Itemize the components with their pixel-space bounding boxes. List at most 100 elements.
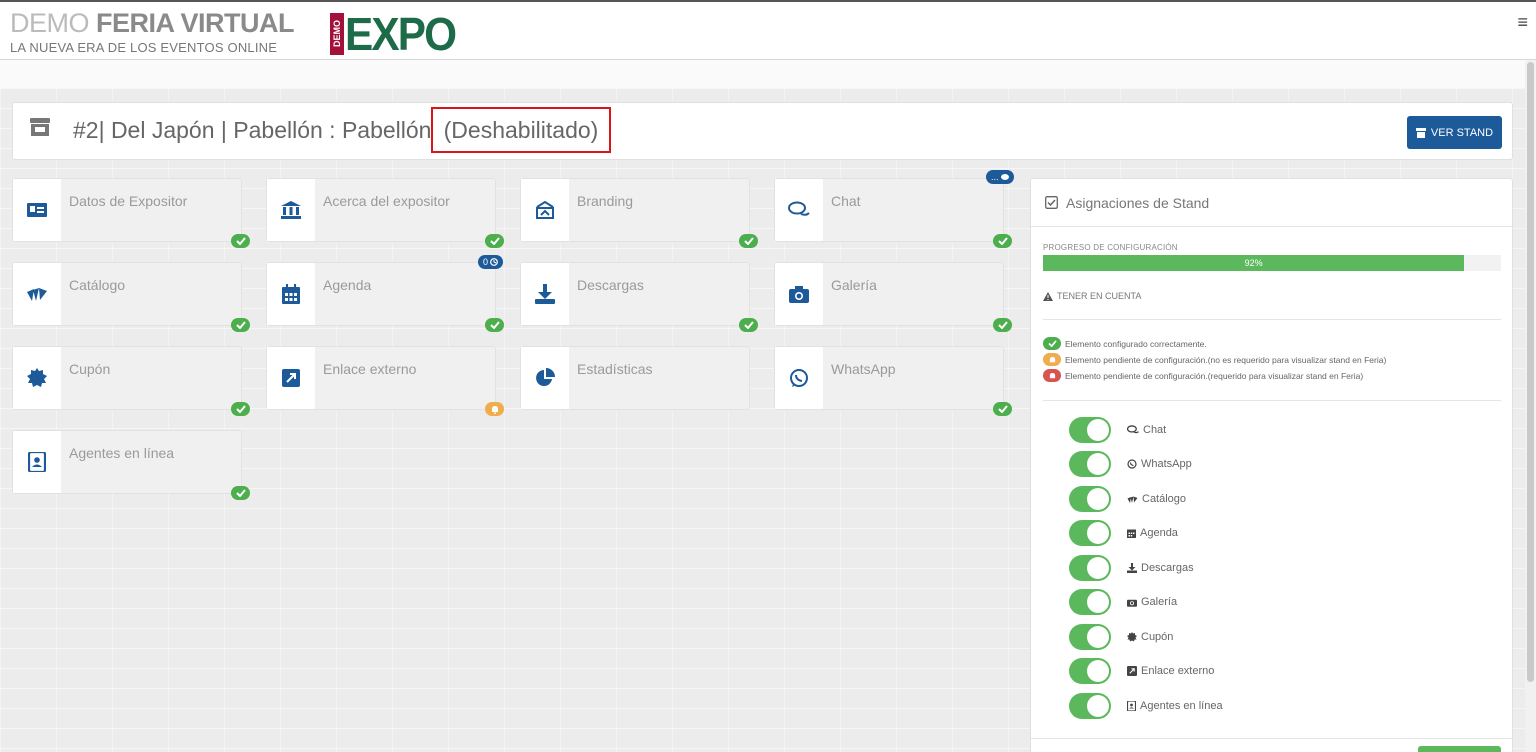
toggle-text: Agenda [1140, 527, 1178, 539]
tile-label: Agentes en línea [69, 445, 175, 461]
tile-branding[interactable]: Branding [520, 178, 750, 242]
toggle-catalogo[interactable]: Catálogo [1069, 486, 1186, 512]
top-navbar: DEMO FERIA VIRTUAL LA NUEVA ERA DE LOS E… [0, 0, 1536, 60]
contact-book-icon [13, 431, 61, 493]
toggle-label: Agentes en línea [1127, 700, 1223, 712]
toggle-descargas[interactable]: Descargas [1069, 555, 1194, 581]
expo-logo[interactable]: DEMO EXPO [330, 11, 465, 57]
save-button[interactable] [1418, 746, 1501, 752]
tile-acerca-expositor[interactable]: Acerca del expositor [266, 178, 496, 242]
tile-label: Acerca del expositor [323, 193, 450, 209]
progress-fill: 92% [1043, 255, 1465, 271]
note-title: TENER EN CUENTA [1057, 291, 1142, 301]
tile-whatsapp[interactable]: WhatsApp [774, 346, 1004, 410]
bell-icon [485, 402, 504, 416]
toggle-label: Chat [1127, 424, 1166, 436]
panel-title: Asignaciones de Stand [1066, 194, 1210, 211]
pie-chart-icon [521, 347, 569, 409]
toggle-switch[interactable] [1069, 693, 1111, 719]
toggle-label: Catálogo [1127, 493, 1186, 505]
toggle-label: Galería [1127, 596, 1177, 608]
toggle-chat[interactable]: Chat [1069, 417, 1166, 443]
tile-estadisticas[interactable]: Estadísticas [520, 346, 750, 410]
toggle-cupon[interactable]: Cupón [1069, 624, 1173, 650]
check-icon [1043, 337, 1061, 350]
toggle-enlace-externo[interactable]: Enlace externo [1069, 658, 1214, 684]
tile-agenda[interactable]: Agenda [266, 262, 496, 326]
logo-demo-tag: DEMO [330, 13, 344, 55]
catalog-icon [1127, 496, 1138, 503]
ver-stand-button[interactable]: VER STAND [1407, 116, 1502, 149]
stand-title: #2| Del Japón | Pabellón : Pabellón [73, 117, 432, 143]
camera-icon [775, 263, 823, 325]
stand-header-card: #2| Del Japón | Pabellón : Pabellón (Des… [12, 102, 1513, 160]
hamburger-icon[interactable]: ≡ [1517, 12, 1528, 33]
note-heading: TENER EN CUENTA [1043, 291, 1141, 301]
tile-label: Agenda [323, 277, 372, 293]
store-icon [30, 118, 50, 136]
id-card-icon [13, 179, 61, 241]
brand-subtitle: LA NUEVA ERA DE LOS EVENTOS ONLINE [10, 40, 278, 55]
page-scrollbar[interactable] [1525, 60, 1536, 752]
legend-text: Elemento pendiente de configuración.(no … [1065, 354, 1387, 365]
toggle-switch[interactable] [1069, 520, 1111, 546]
progress-bar: 92% [1043, 255, 1501, 271]
toggle-switch[interactable] [1069, 658, 1111, 684]
bank-icon [267, 179, 315, 241]
toggle-text: Galería [1141, 596, 1178, 608]
progress-text: 92% [1244, 258, 1263, 268]
coupon-icon [1127, 632, 1137, 642]
brand-title-light: DEMO [10, 8, 90, 38]
camera-icon [1127, 599, 1137, 607]
tile-agentes-en-linea[interactable]: Agentes en línea [12, 430, 242, 494]
stand-status: (Deshabilitado) [431, 107, 611, 153]
toggle-agentes-en-linea[interactable]: Agentes en línea [1069, 693, 1223, 719]
download-icon [1127, 563, 1137, 573]
tile-label: WhatsApp [831, 361, 896, 377]
asignaciones-panel: Asignaciones de Stand PROGRESO DE CONFIG… [1030, 178, 1513, 752]
chat-icon [775, 179, 823, 241]
tile-chat[interactable]: Chat [774, 178, 1004, 242]
comment-icon [1000, 173, 1009, 180]
tile-catalogo[interactable]: Catálogo [12, 262, 242, 326]
external-link-icon [1127, 666, 1137, 676]
toggle-switch[interactable] [1069, 486, 1111, 512]
check-icon [739, 318, 758, 332]
tile-enlace-externo[interactable]: Enlace externo [266, 346, 496, 410]
brand-title-bold: FERIA VIRTUAL [96, 8, 295, 38]
toggle-agenda[interactable]: Agenda [1069, 520, 1178, 546]
toggle-text: Chat [1143, 424, 1167, 436]
calendar-icon [1127, 529, 1136, 538]
agenda-count: 0 [483, 257, 489, 267]
toggle-label: Enlace externo [1127, 665, 1214, 677]
check-icon [231, 234, 250, 248]
toggle-switch[interactable] [1069, 589, 1111, 615]
progress-label: PROGRESO DE CONFIGURACIÓN [1043, 243, 1178, 252]
tile-label: Chat [831, 193, 861, 209]
toggle-switch[interactable] [1069, 417, 1111, 443]
warning-icon [1043, 291, 1053, 301]
tile-datos-expositor[interactable]: Datos de Expositor [12, 178, 242, 242]
whatsapp-icon [775, 347, 823, 409]
toggle-switch[interactable] [1069, 624, 1111, 650]
check-icon [231, 318, 250, 332]
tile-label: Enlace externo [323, 361, 417, 377]
toggle-text: Cupón [1141, 631, 1174, 643]
tile-galeria[interactable]: Galería [774, 262, 1004, 326]
check-icon [993, 402, 1012, 416]
toggle-whatsapp[interactable]: WhatsApp [1069, 451, 1192, 477]
toggle-galeria[interactable]: Galería [1069, 589, 1177, 615]
toggle-text: WhatsApp [1141, 458, 1192, 470]
toggle-switch[interactable] [1069, 555, 1111, 581]
toggle-switch[interactable] [1069, 451, 1111, 477]
scrollbar-thumb[interactable] [1527, 62, 1534, 682]
agenda-count-badge: 0 [478, 255, 504, 269]
brand-title: DEMO FERIA VIRTUAL [10, 8, 295, 38]
tile-descargas[interactable]: Descargas [520, 262, 750, 326]
check-icon [485, 318, 504, 332]
tile-cupon[interactable]: Cupón [12, 346, 242, 410]
tile-label: Descargas [577, 277, 644, 293]
legend-warn: Elemento pendiente de configuración.(no … [1043, 353, 1386, 366]
legend-danger: Elemento pendiente de configuración.(req… [1043, 369, 1363, 382]
divider [1043, 400, 1501, 401]
